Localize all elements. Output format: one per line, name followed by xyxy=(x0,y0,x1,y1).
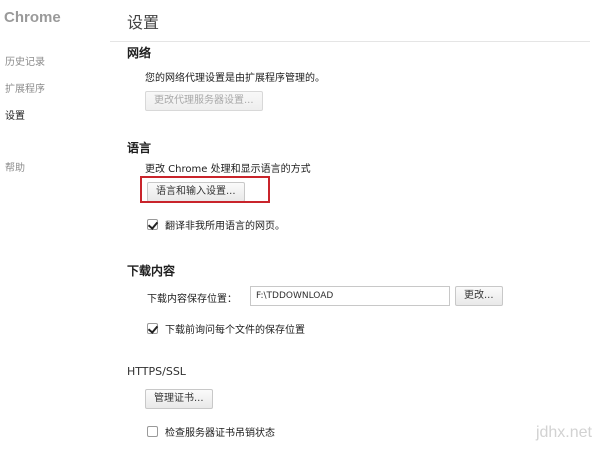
header-divider xyxy=(110,41,590,42)
page-title: 设置 xyxy=(127,13,160,32)
watermark: jdhx.net xyxy=(535,424,592,441)
highlight-box xyxy=(140,176,270,203)
ask-download-location-checkbox-row[interactable]: 下载前询问每个文件的保存位置 xyxy=(147,321,305,336)
network-description: 您的网络代理设置是由扩展程序管理的。 xyxy=(145,73,325,84)
language-section-title: 语言 xyxy=(127,141,152,155)
change-proxy-button[interactable]: 更改代理服务器设置... xyxy=(145,91,263,111)
manage-certificates-button[interactable]: 管理证书... xyxy=(145,389,213,409)
translate-pages-checkbox-row[interactable]: 翻译非我所用语言的网页。 xyxy=(147,217,285,232)
translate-pages-label: 翻译非我所用语言的网页。 xyxy=(165,221,285,232)
downloads-section-title: 下载内容 xyxy=(127,264,176,278)
translate-pages-checkbox[interactable] xyxy=(147,219,158,230)
network-section-title: 网络 xyxy=(127,46,152,60)
change-download-location-button[interactable]: 更改... xyxy=(455,286,503,306)
https-section-title: HTTPS/SSL xyxy=(127,365,186,378)
download-location-field[interactable]: F:\TDDOWNLOAD xyxy=(250,286,450,306)
sidebar: Chrome 历史记录 扩展程序 设置 帮助 xyxy=(0,0,110,450)
app-title: Chrome xyxy=(4,9,61,26)
ask-download-location-checkbox[interactable] xyxy=(147,323,158,334)
language-description: 更改 Chrome 处理和显示语言的方式 xyxy=(145,164,311,175)
download-location-label: 下载内容保存位置： xyxy=(147,294,237,305)
sidebar-item-help[interactable]: 帮助 xyxy=(5,159,25,174)
check-revocation-checkbox[interactable] xyxy=(147,426,158,437)
ask-download-location-label: 下载前询问每个文件的保存位置 xyxy=(165,325,305,336)
sidebar-item-extensions[interactable]: 扩展程序 xyxy=(5,80,45,95)
check-revocation-checkbox-row[interactable]: 检查服务器证书吊销状态 xyxy=(147,424,275,439)
check-revocation-label: 检查服务器证书吊销状态 xyxy=(165,428,275,439)
sidebar-item-history[interactable]: 历史记录 xyxy=(5,53,45,68)
sidebar-item-settings[interactable]: 设置 xyxy=(5,107,25,122)
